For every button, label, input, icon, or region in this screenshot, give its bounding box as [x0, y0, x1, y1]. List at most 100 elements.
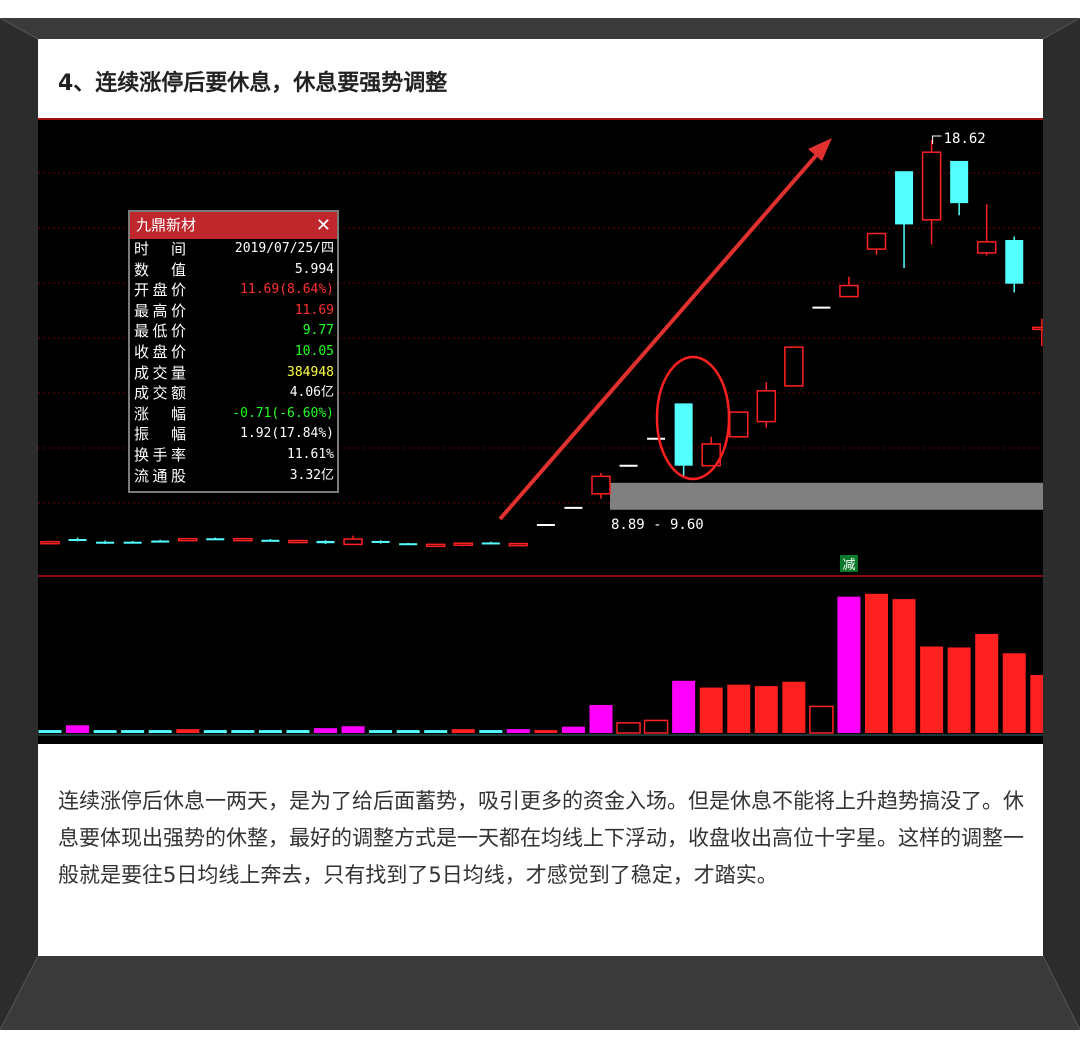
volume-bar	[314, 728, 337, 733]
volume-bar	[396, 730, 420, 733]
support-band-label: 8.89 - 9.60	[611, 517, 704, 533]
candle-body	[68, 539, 87, 542]
volume-bar	[231, 730, 255, 733]
info-row: 最高价 11.69	[130, 301, 337, 322]
volume-bar	[892, 599, 916, 733]
trend-arrow	[498, 149, 822, 521]
info-row: 流通股 3.32亿	[130, 466, 337, 487]
candle-body	[1005, 239, 1024, 284]
candle-body	[96, 541, 115, 544]
candle-body	[1032, 326, 1043, 331]
candle-body	[866, 232, 887, 250]
info-row: 数值 5.994	[130, 260, 337, 281]
volume-bar	[699, 687, 723, 733]
candle-body	[261, 539, 280, 542]
info-row: 涨幅 -0.71(-6.60%)	[130, 404, 337, 425]
candle-body	[206, 538, 225, 541]
content-card: 4、连续涨停后要休息，休息要强势调整 8.89 - 9.60 18.62 减 九鼎新…	[38, 39, 1043, 956]
high-label: 18.62	[944, 131, 986, 147]
volume-bar	[589, 704, 613, 733]
info-row-label: 最高价	[134, 301, 186, 320]
info-row-value: 2019/07/25/四	[234, 241, 334, 256]
support-band	[610, 482, 1043, 510]
volume-bar	[203, 730, 227, 733]
volume-bar	[672, 680, 696, 733]
info-row-value: 11.69(8.64%)	[240, 282, 334, 298]
volume-bar	[506, 729, 530, 733]
close-icon[interactable]: ✕	[316, 212, 331, 239]
info-row-label: 最低价	[134, 322, 186, 341]
candle-body	[288, 539, 308, 544]
volume-bar	[93, 730, 117, 733]
info-row-value: 5.994	[294, 261, 334, 277]
volume-bar	[479, 730, 503, 733]
info-row: 时间 2019/07/25/四	[130, 239, 337, 260]
info-row-label: 换手率	[134, 445, 186, 464]
volume-bar	[176, 729, 200, 733]
section-heading: 4、连续涨停后要休息，休息要强势调整	[58, 71, 448, 96]
info-row: 开盘价 11.69(8.64%)	[130, 280, 337, 301]
candle-body	[756, 390, 777, 423]
volume-bar	[148, 730, 172, 733]
info-row-value: 384948	[287, 364, 334, 380]
info-row-value: 11.69	[294, 302, 334, 318]
volume-bar	[754, 686, 778, 733]
candle-body	[950, 160, 969, 204]
candle-body	[729, 411, 749, 438]
info-row: 成交量 384948	[130, 363, 337, 384]
volume-bar	[451, 729, 475, 733]
candle-body	[839, 284, 859, 298]
highlight-circle	[655, 355, 731, 481]
volume-bar	[643, 719, 669, 734]
candle-body	[233, 537, 253, 542]
candle-body	[343, 538, 363, 546]
candle-body	[40, 540, 60, 545]
info-row-label: 数值	[134, 260, 186, 279]
volume-bar	[1030, 675, 1043, 733]
info-row-label: 成交量	[134, 363, 186, 382]
volume-bar	[920, 646, 944, 733]
volume-bar	[121, 730, 145, 733]
info-row-label: 收盘价	[134, 342, 186, 361]
candle-body	[371, 540, 390, 543]
candle-body	[425, 543, 446, 548]
trend-arrow-head	[808, 138, 832, 161]
volume-bar	[782, 681, 806, 733]
info-row-value: 11.61%	[287, 446, 334, 462]
candle-body	[674, 403, 693, 466]
info-row-label: 开盘价	[134, 281, 186, 300]
high-marker	[932, 135, 942, 145]
info-row-value: 3.32亿	[289, 467, 334, 483]
candle-body	[316, 540, 335, 544]
info-row-value: 9.77	[302, 323, 334, 339]
info-rows: 时间 2019/07/25/四数值 5.994 开盘价 11.69(8.64%) 最高价 1…	[130, 239, 337, 486]
candle-body	[453, 542, 473, 546]
candle-body	[921, 151, 942, 221]
candle-body	[591, 475, 611, 495]
info-row: 成交额 4.06亿	[130, 383, 337, 404]
stock-name: 九鼎新材	[136, 216, 197, 234]
info-popup-titlebar: 九鼎新材 ✕	[130, 212, 337, 239]
volume-bar	[286, 730, 310, 733]
volume-bar	[341, 726, 365, 733]
volume-bar	[616, 722, 641, 734]
volume-bar	[424, 730, 448, 733]
candle-body	[895, 171, 914, 225]
info-row-label: 时间	[134, 240, 186, 258]
stock-info-popup: 九鼎新材 ✕ 时间 2019/07/25/四数值 5.994 开盘价 11.69(8.6…	[128, 210, 339, 493]
candle-body	[399, 543, 418, 546]
stock-chart: 8.89 - 9.60 18.62 减 九鼎新材 ✕ 时间 2019/07/25/四数…	[38, 118, 1043, 744]
info-row: 振幅 1.92(17.84%)	[130, 424, 337, 445]
info-row-label: 流通股	[134, 466, 186, 485]
info-row-value: 1.92(17.84%)	[240, 426, 334, 442]
info-row: 最低价 9.77	[130, 321, 337, 342]
info-row-value: -0.71(-6.60%)	[232, 405, 334, 421]
volume-bar	[865, 593, 888, 733]
candle-body	[976, 241, 997, 254]
reduce-marker: 减	[842, 558, 855, 573]
info-row-value: 10.05	[294, 343, 334, 359]
volume-bar	[727, 684, 751, 733]
volume-bar	[369, 730, 393, 733]
info-row: 换手率 11.61%	[130, 445, 337, 466]
info-row-label: 成交额	[134, 384, 186, 403]
